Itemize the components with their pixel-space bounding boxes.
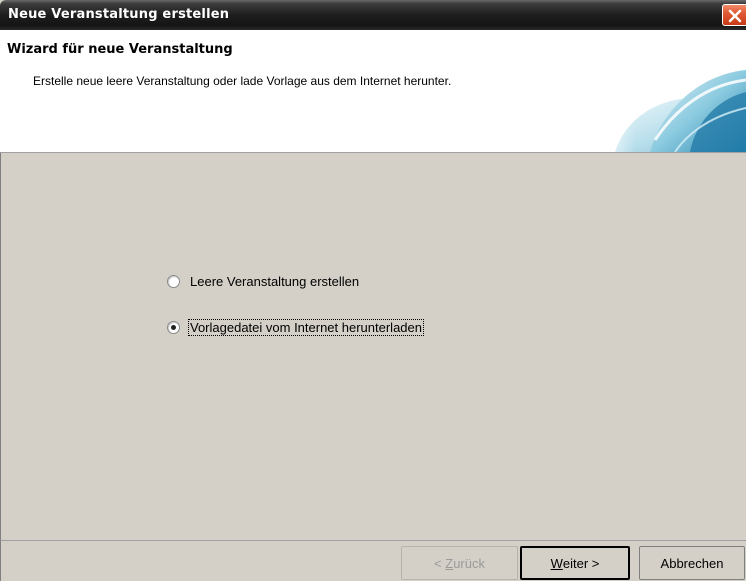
wizard-dialog: Neue Veranstaltung erstellen Wizard für …: [0, 0, 746, 581]
title-bar[interactable]: Neue Veranstaltung erstellen: [0, 0, 746, 30]
window-title: Neue Veranstaltung erstellen: [8, 7, 230, 22]
next-button-mnemonic: W: [550, 555, 563, 571]
wizard-header-subtitle: Erstelle neue leere Veranstaltung oder l…: [33, 74, 452, 88]
close-button[interactable]: [722, 4, 746, 26]
option-download-template-label[interactable]: Vorlagedatei vom Internet herunterladen: [188, 318, 424, 336]
next-button-label: eiter >: [562, 555, 600, 571]
wizard-header-title: Wizard für neue Veranstaltung: [7, 42, 233, 57]
next-button[interactable]: Weiter >: [520, 546, 630, 580]
back-button[interactable]: < Zurück: [401, 546, 518, 580]
close-icon: [728, 9, 742, 23]
radio-download-template[interactable]: [167, 320, 180, 334]
wizard-content: [0, 153, 746, 540]
back-button-prefix: <: [434, 555, 446, 571]
option-download-template[interactable]: Vorlagedatei vom Internet herunterladen: [167, 318, 424, 336]
wizard-footer: [0, 540, 746, 581]
cancel-button-label: Abbrechen: [660, 555, 724, 571]
option-empty-event-label[interactable]: Leere Veranstaltung erstellen: [189, 274, 360, 289]
cancel-button[interactable]: Abbrechen: [639, 546, 745, 580]
back-button-mnemonic: Z: [445, 555, 454, 571]
wave-image: [595, 30, 746, 152]
radio-empty-event[interactable]: [167, 274, 180, 288]
option-empty-event[interactable]: Leere Veranstaltung erstellen: [167, 272, 360, 290]
back-button-label: urück: [453, 555, 485, 571]
